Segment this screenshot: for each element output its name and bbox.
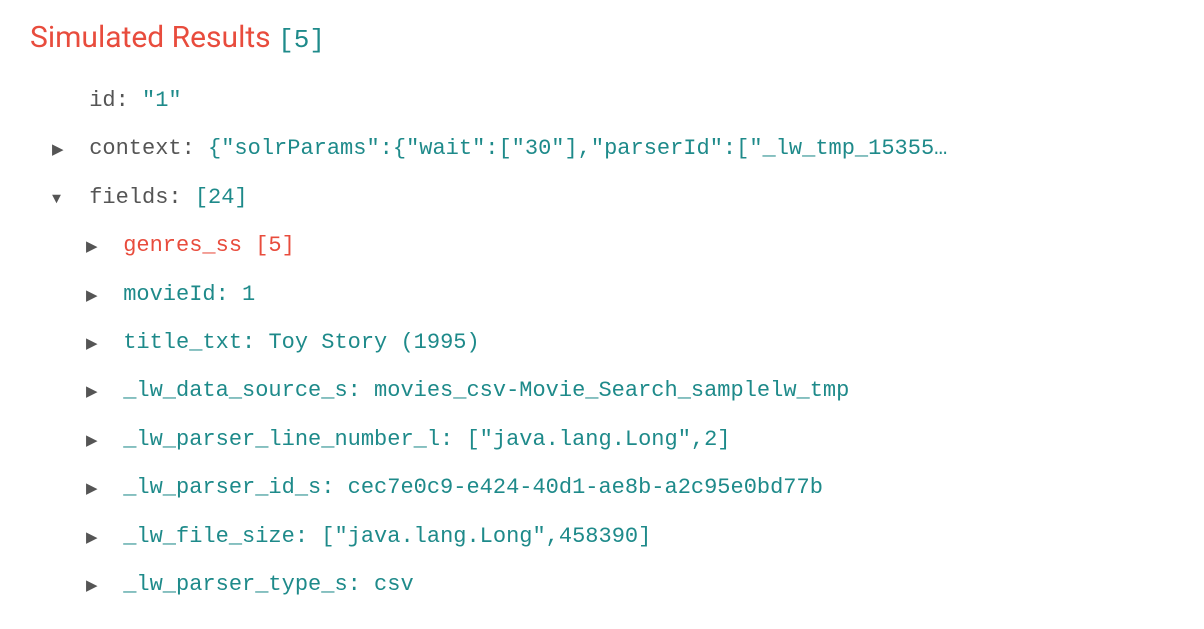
field-key-id: id: [89,88,129,113]
field-key-context: context: [89,136,195,161]
field-count-fields: [24] [195,185,248,210]
expand-icon[interactable]: ▶ [86,570,104,603]
tree-row-parser-line[interactable]: ▶ _lw_parser_line_number_l: ["java.lang.… [52,416,1174,464]
field-key-parser-id: _lw_parser_id_s: [123,475,334,500]
field-key-genres: genres_ss [123,233,242,258]
expand-icon[interactable]: ▶ [86,522,104,555]
result-tree: id: "1" ▶ context: {"solrParams":{"wait"… [30,77,1174,609]
tree-row-file-size[interactable]: ▶ _lw_file_size: ["java.lang.Long",45839… [52,513,1174,561]
tree-row-context[interactable]: ▶ context: {"solrParams":{"wait":["30"],… [52,125,1174,173]
expand-icon[interactable]: ▶ [86,376,104,409]
field-value-context: {"solrParams":{"wait":["30"],"parserId":… [208,136,947,161]
field-value-parser-id: cec7e0c9-e424-40d1-ae8b-a2c95e0bd77b [348,475,823,500]
field-key-file-size: _lw_file_size: [123,524,308,549]
field-key-parser-line: _lw_parser_line_number_l: [123,427,453,452]
expand-icon[interactable]: ▶ [52,134,70,167]
field-value-id: "1" [142,88,182,113]
tree-row-title[interactable]: ▶ title_txt: Toy Story (1995) [52,319,1174,367]
tree-row-genres[interactable]: ▶ genres_ss [5] [52,222,1174,270]
expand-icon[interactable]: ▶ [86,473,104,506]
field-value-parser-line: ["java.lang.Long",2] [466,427,730,452]
field-value-title: Toy Story (1995) [268,330,479,355]
tree-row-movieid[interactable]: ▶ movieId: 1 [52,271,1174,319]
field-value-data-source: movies_csv-Movie_Search_samplelw_tmp [374,378,849,403]
field-key-title: title_txt: [123,330,255,355]
tree-row-fields[interactable]: ▼ fields: [24] [52,174,1174,222]
field-value-file-size: ["java.lang.Long",458390] [321,524,651,549]
expand-icon[interactable]: ▶ [86,328,104,361]
field-count-genres: [5] [255,233,295,258]
tree-row-parser-id[interactable]: ▶ _lw_parser_id_s: cec7e0c9-e424-40d1-ae… [52,464,1174,512]
results-heading-title: Simulated Results [30,20,271,55]
expand-icon[interactable]: ▶ [86,425,104,458]
results-heading: Simulated Results [5] [30,20,1174,55]
field-key-parser-type: _lw_parser_type_s: [123,572,361,597]
field-key-movieid: movieId: [123,282,229,307]
tree-row-parser-type[interactable]: ▶ _lw_parser_type_s: csv [52,561,1174,609]
results-heading-count: [5] [278,25,325,55]
field-value-parser-type: csv [374,572,414,597]
tree-row-data-source[interactable]: ▶ _lw_data_source_s: movies_csv-Movie_Se… [52,367,1174,415]
tree-row-id: id: "1" [52,77,1174,125]
expand-icon[interactable]: ▶ [86,231,104,264]
field-key-fields: fields: [89,185,181,210]
field-value-movieid: 1 [242,282,255,307]
expand-icon[interactable]: ▶ [86,280,104,313]
field-key-data-source: _lw_data_source_s: [123,378,361,403]
collapse-icon[interactable]: ▼ [52,183,70,216]
